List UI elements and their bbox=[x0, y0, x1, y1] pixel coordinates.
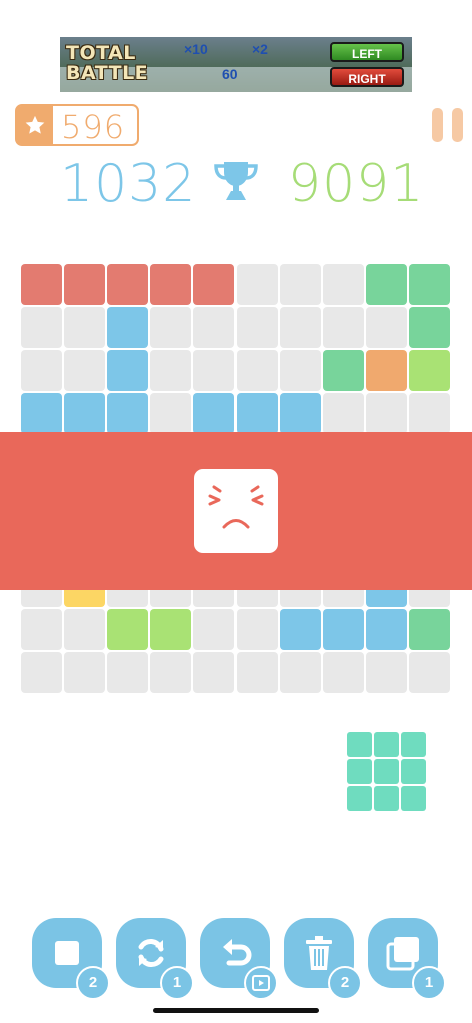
pause-button[interactable] bbox=[432, 108, 464, 142]
board-cell-red bbox=[150, 264, 192, 305]
ad-logo-line2: BATTLE bbox=[66, 62, 149, 84]
board-cell-blue bbox=[107, 350, 149, 392]
board-cell-red bbox=[193, 264, 235, 305]
board-cell-empty bbox=[64, 350, 106, 392]
board-cell-empty bbox=[236, 350, 278, 392]
board-cell-empty bbox=[236, 608, 278, 650]
board-cell-empty bbox=[279, 264, 321, 305]
board-cell-empty bbox=[322, 651, 364, 693]
ad-right-button[interactable]: RIGHT bbox=[330, 67, 404, 87]
board-cell-empty bbox=[365, 307, 407, 349]
board-cell-orange bbox=[365, 350, 407, 392]
layers-count: 1 bbox=[412, 966, 446, 1000]
ad-logo: TOTAL BATTLE bbox=[66, 43, 176, 83]
ad-multiplier-b: ×2 bbox=[252, 41, 268, 57]
star-icon bbox=[17, 106, 53, 144]
board-cell-green bbox=[322, 350, 364, 392]
board-cell-blue bbox=[107, 393, 149, 435]
piece-block bbox=[401, 732, 426, 757]
board-cell-empty bbox=[21, 608, 62, 650]
board-cell-empty bbox=[150, 393, 192, 435]
video-icon bbox=[244, 966, 278, 1000]
piece-block bbox=[347, 759, 372, 784]
board-cell-red bbox=[107, 264, 149, 305]
power-up-toolbar: 2 1 2 1 bbox=[0, 918, 472, 1000]
board-cell-empty bbox=[107, 651, 149, 693]
board-cell-blue bbox=[107, 307, 149, 349]
next-piece[interactable] bbox=[347, 732, 429, 812]
board-cell-blue bbox=[64, 393, 106, 435]
star-count: 596 bbox=[61, 108, 126, 146]
ad-multiplier-a: ×10 bbox=[184, 41, 208, 57]
board-cell-empty bbox=[279, 307, 321, 349]
piece-block bbox=[374, 759, 399, 784]
home-indicator bbox=[153, 1008, 319, 1013]
board-cell-red bbox=[64, 264, 106, 305]
board-cell-red bbox=[21, 264, 62, 305]
board-cell-empty bbox=[21, 307, 62, 349]
pause-icon bbox=[432, 108, 443, 142]
ad-logo-line1: TOTAL bbox=[66, 42, 136, 64]
board-cell-empty bbox=[279, 651, 321, 693]
board-cell-empty bbox=[150, 651, 192, 693]
board-cell-empty bbox=[64, 651, 106, 693]
board-cell-empty bbox=[193, 307, 235, 349]
board-cell-blue bbox=[279, 393, 321, 435]
board-cell-green bbox=[408, 608, 450, 650]
star-counter: 596 bbox=[15, 104, 139, 146]
board-cell-empty bbox=[408, 393, 450, 435]
board-cell-lime bbox=[150, 608, 192, 650]
board-cell-empty bbox=[322, 307, 364, 349]
board-cell-empty bbox=[150, 307, 192, 349]
ad-left-button[interactable]: LEFT bbox=[330, 42, 404, 62]
board-cell-empty bbox=[21, 350, 62, 392]
board-cell-empty bbox=[322, 264, 364, 305]
board-cell-blue bbox=[21, 393, 62, 435]
board-cell-empty bbox=[64, 307, 106, 349]
board-cell-empty bbox=[21, 651, 62, 693]
board-cell-green bbox=[365, 264, 407, 305]
board-cell-blue bbox=[193, 393, 235, 435]
board-cell-empty bbox=[279, 350, 321, 392]
trash-count: 2 bbox=[328, 966, 362, 1000]
trophy-icon bbox=[212, 160, 260, 202]
board-cell-empty bbox=[193, 651, 235, 693]
board-cell-green bbox=[408, 264, 450, 305]
board-cell-empty bbox=[365, 393, 407, 435]
board-cell-lime bbox=[408, 350, 450, 392]
board-cell-green bbox=[408, 307, 450, 349]
board-cell-blue bbox=[236, 393, 278, 435]
rotate-count: 1 bbox=[160, 966, 194, 1000]
board-cell-empty bbox=[64, 608, 106, 650]
single-block-count: 2 bbox=[76, 966, 110, 1000]
ad-banner[interactable]: TOTAL BATTLE ×10 ×2 60 LEFT RIGHT bbox=[60, 37, 412, 92]
board-cell-empty bbox=[193, 608, 235, 650]
board-cell-empty bbox=[193, 350, 235, 392]
current-score: 1032 bbox=[60, 154, 197, 214]
board-cell-empty bbox=[236, 264, 278, 305]
board-cell-empty bbox=[150, 350, 192, 392]
ad-count: 60 bbox=[222, 66, 238, 82]
board-cell-empty bbox=[365, 651, 407, 693]
piece-block bbox=[401, 786, 426, 811]
sad-face-icon bbox=[194, 469, 278, 553]
piece-block bbox=[347, 732, 372, 757]
board-cell-empty bbox=[322, 393, 364, 435]
piece-block bbox=[374, 732, 399, 757]
board-cell-blue bbox=[322, 608, 364, 650]
board-cell-empty bbox=[408, 651, 450, 693]
board-cell-lime bbox=[107, 608, 149, 650]
piece-block bbox=[374, 786, 399, 811]
piece-block bbox=[347, 786, 372, 811]
piece-block bbox=[401, 759, 426, 784]
board-cell-blue bbox=[365, 608, 407, 650]
board-cell-empty bbox=[236, 307, 278, 349]
board-cell-blue bbox=[279, 608, 321, 650]
best-score: 9091 bbox=[288, 154, 425, 214]
board-cell-empty bbox=[236, 651, 278, 693]
